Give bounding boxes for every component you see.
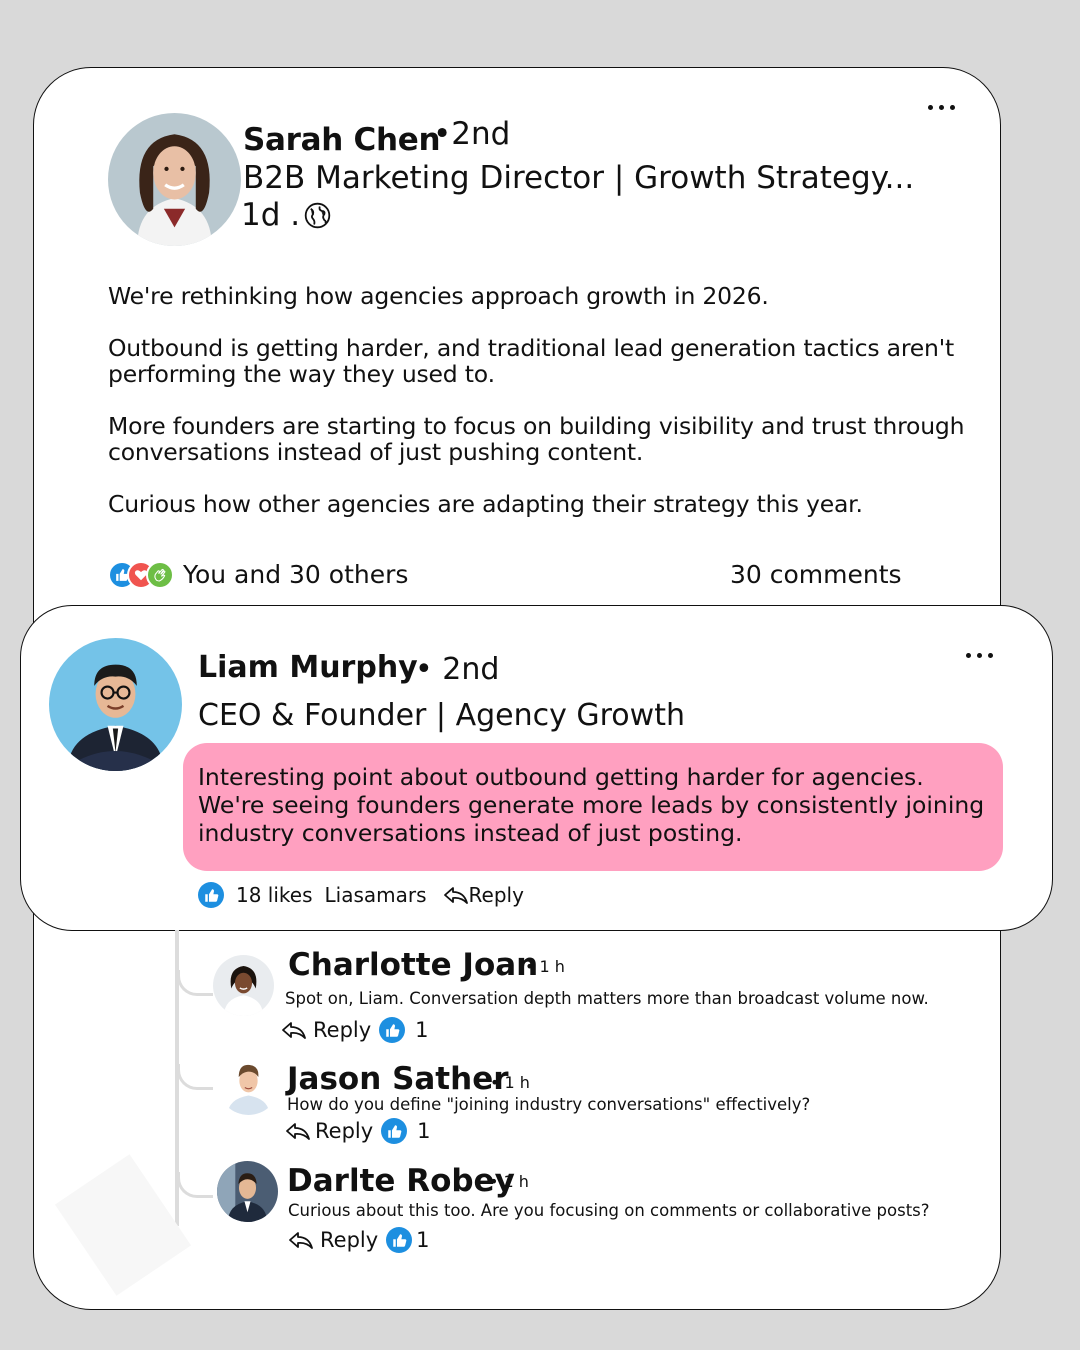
post-paragraph: Curious how other agencies are adapting … <box>108 490 863 518</box>
reply-actions: Reply 1 <box>285 1118 431 1144</box>
comment-likes-count[interactable]: 18 likes <box>236 883 313 907</box>
reply-time: • 1 h <box>490 1073 530 1092</box>
comment-liker-name[interactable]: Liasamars <box>325 883 427 907</box>
comment-more-options-icon[interactable] <box>966 653 993 658</box>
post-author-avatar[interactable] <box>108 113 241 246</box>
comment-reply-button[interactable]: Reply <box>469 883 524 907</box>
commenter-avatar[interactable] <box>49 638 182 771</box>
post-author-name[interactable]: Sarah Chen <box>243 122 441 158</box>
commenter-headline: CEO & Founder | Agency Growth <box>198 698 685 733</box>
reply-arrow-icon[interactable] <box>285 1121 311 1141</box>
commenter-degree: • 2nd <box>415 652 500 687</box>
post-time-text: 1d . <box>241 197 301 233</box>
reply-actions: Reply 1 <box>288 1227 430 1253</box>
reply-author-avatar[interactable] <box>213 955 274 1016</box>
reply-author-avatar[interactable] <box>218 1054 279 1115</box>
thumbs-up-icon[interactable] <box>198 882 224 908</box>
comment-actions: 18 likes Liasamars Reply <box>198 882 524 908</box>
reply-author-name[interactable]: Charlotte Joan <box>288 947 538 983</box>
reactions-summary[interactable]: You and 30 others <box>108 560 408 589</box>
reply-time: • 1 h <box>525 957 565 976</box>
reply-button[interactable]: Reply <box>313 1018 371 1042</box>
post-timestamp: 1d . <box>241 197 331 233</box>
reply-actions: Reply 1 <box>281 1017 429 1043</box>
thumbs-up-icon[interactable] <box>379 1017 406 1043</box>
reply-arrow-icon[interactable] <box>443 885 469 905</box>
commenter-name[interactable]: Liam Murphy <box>198 650 418 685</box>
reply-button[interactable]: Reply <box>320 1228 378 1252</box>
comment-text: Interesting point about outbound getting… <box>198 763 985 847</box>
post-paragraph: We're rethinking how agencies approach g… <box>108 282 769 310</box>
post-paragraph: More founders are starting to focus on b… <box>108 412 965 466</box>
reply-author-name[interactable]: Jason Sather <box>287 1061 509 1097</box>
reactions-text: You and 30 others <box>183 560 409 589</box>
post-more-options-icon[interactable] <box>928 105 955 110</box>
post-paragraph: Outbound is getting harder, and traditio… <box>108 334 955 388</box>
comments-count[interactable]: 30 comments <box>730 560 902 589</box>
reply-author-name[interactable]: Darlte Robey <box>287 1163 515 1199</box>
reply-button[interactable]: Reply <box>315 1119 373 1143</box>
reply-text: Curious about this too. Are you focusing… <box>288 1201 930 1220</box>
globe-icon <box>304 202 331 228</box>
clap-icon <box>146 560 174 589</box>
reply-arrow-icon[interactable] <box>288 1230 314 1250</box>
reply-likes-count[interactable]: 1 <box>415 1018 428 1042</box>
post-body: We're rethinking how agencies approach g… <box>108 283 988 543</box>
reply-likes-count[interactable]: 1 <box>417 1119 430 1143</box>
comment-bubble: Interesting point about outbound getting… <box>183 743 1003 871</box>
post-author-headline: B2B Marketing Director | Growth Strategy… <box>243 160 915 196</box>
reply-text: Spot on, Liam. Conversation depth matter… <box>285 989 929 1008</box>
thumbs-up-icon[interactable] <box>386 1227 413 1253</box>
reply-time: • 1 h <box>489 1172 529 1191</box>
post-author-degree: •2nd <box>433 116 511 152</box>
reply-author-avatar[interactable] <box>217 1161 278 1222</box>
reply-likes-count[interactable]: 1 <box>416 1228 429 1252</box>
reply-text: How do you define "joining industry conv… <box>287 1095 811 1114</box>
top-comment-card: Liam Murphy • 2nd CEO & Founder | Agency… <box>20 605 1053 931</box>
thumbs-up-icon[interactable] <box>381 1118 408 1144</box>
reply-arrow-icon[interactable] <box>281 1020 307 1040</box>
